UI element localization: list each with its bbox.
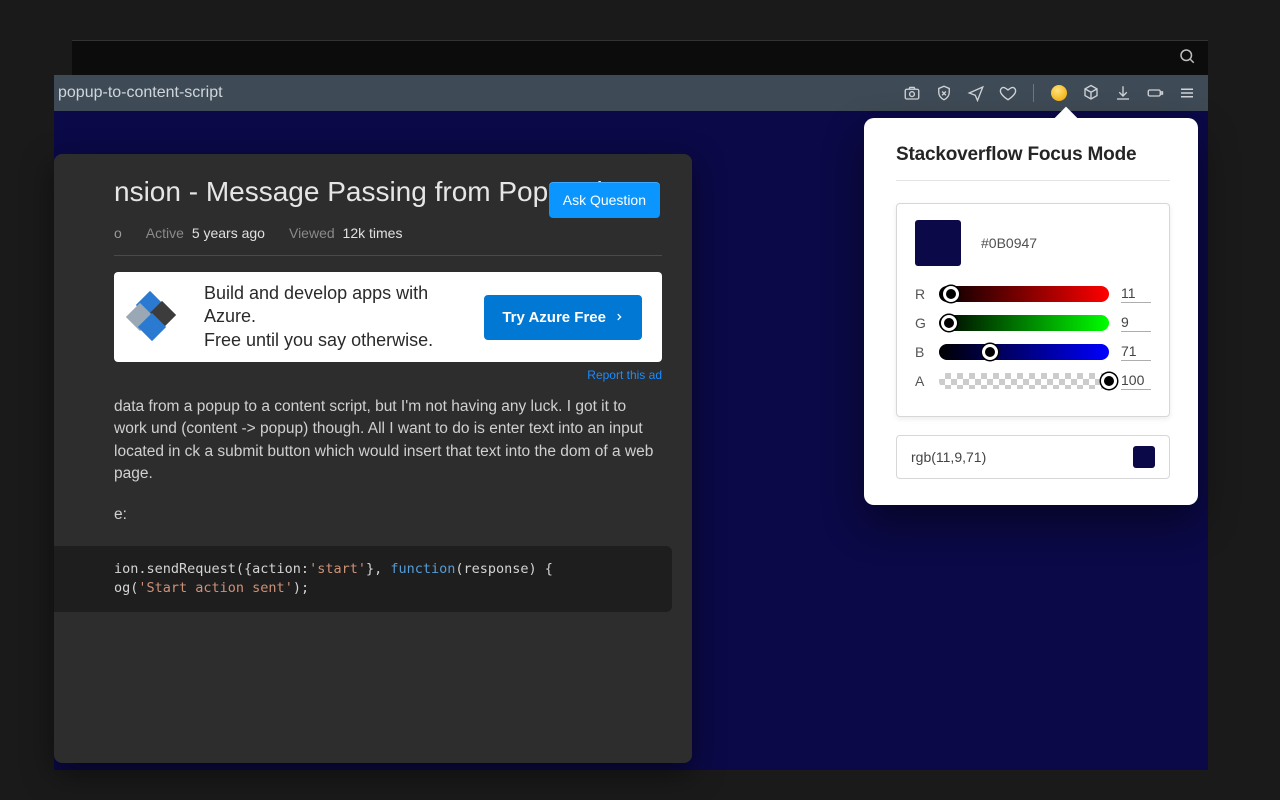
input-a[interactable] (1121, 371, 1151, 390)
body-paragraph-1: data from a popup to a content script, b… (114, 396, 662, 486)
slider-r[interactable] (939, 286, 1109, 302)
meta-viewed-value: 12k times (343, 225, 403, 241)
body-paragraph-2: e: (114, 504, 662, 526)
toolbar-icons (903, 84, 1196, 102)
extension-popup: Stackoverflow Focus Mode #0B0947 R G B A (864, 118, 1198, 505)
battery-icon[interactable] (1146, 84, 1164, 102)
channel-row-b: B (915, 342, 1151, 361)
extension-face-icon[interactable] (1050, 84, 1068, 102)
stackoverflow-panel: Ask Question nsion - Message Passing fro… (54, 154, 692, 763)
cube-icon[interactable] (1082, 84, 1100, 102)
azure-logo-icon (134, 295, 178, 339)
heart-icon[interactable] (999, 84, 1017, 102)
azure-ad[interactable]: Build and develop apps with Azure. Free … (114, 272, 662, 362)
try-azure-button[interactable]: Try Azure Free (484, 295, 642, 340)
window-top-strip (72, 40, 1208, 75)
shield-x-icon[interactable] (935, 84, 953, 102)
slider-thumb-b[interactable] (982, 344, 998, 360)
question-meta: o Active 5 years ago Viewed 12k times (114, 225, 662, 256)
color-picker-card: #0B0947 R G B A (896, 203, 1170, 417)
meta-active-value: 5 years ago (192, 225, 265, 241)
channel-row-g: G (915, 313, 1151, 332)
rgb-output-row (896, 435, 1170, 479)
code-block: ion.sendRequest({action:'start'}, functi… (54, 546, 672, 612)
ask-question-button[interactable]: Ask Question (549, 182, 660, 218)
input-b[interactable] (1121, 342, 1151, 361)
menu-icon[interactable] (1178, 84, 1196, 102)
ad-copy: Build and develop apps with Azure. Free … (204, 282, 458, 352)
hex-value: #0B0947 (981, 235, 1037, 251)
download-icon[interactable] (1114, 84, 1132, 102)
toolbar-separator (1033, 84, 1034, 102)
url-bar: popup-to-content-script (54, 75, 1208, 111)
input-g[interactable] (1121, 313, 1151, 332)
popup-divider (896, 180, 1170, 181)
send-icon[interactable] (967, 84, 985, 102)
slider-thumb-g[interactable] (941, 315, 957, 331)
meta-active-label: Active (146, 225, 184, 241)
channel-row-r: R (915, 284, 1151, 303)
slider-thumb-r[interactable] (943, 286, 959, 302)
slider-thumb-a[interactable] (1101, 373, 1117, 389)
channel-row-a: A (915, 371, 1151, 390)
color-swatch[interactable] (915, 220, 961, 266)
report-ad-link[interactable]: Report this ad (114, 368, 662, 382)
search-icon[interactable] (1178, 47, 1196, 70)
url-path: popup-to-content-script (58, 84, 223, 102)
rgb-swatch-mini (1133, 446, 1155, 468)
rgb-output-input[interactable] (911, 449, 1123, 465)
slider-g[interactable] (939, 315, 1109, 331)
slider-b[interactable] (939, 344, 1109, 360)
slider-a[interactable] (939, 373, 1109, 389)
meta-fragment: o (114, 225, 122, 241)
meta-viewed-label: Viewed (289, 225, 335, 241)
question-body: data from a popup to a content script, b… (114, 396, 662, 612)
camera-icon[interactable] (903, 84, 921, 102)
input-r[interactable] (1121, 284, 1151, 303)
popup-title: Stackoverflow Focus Mode (896, 144, 1170, 166)
